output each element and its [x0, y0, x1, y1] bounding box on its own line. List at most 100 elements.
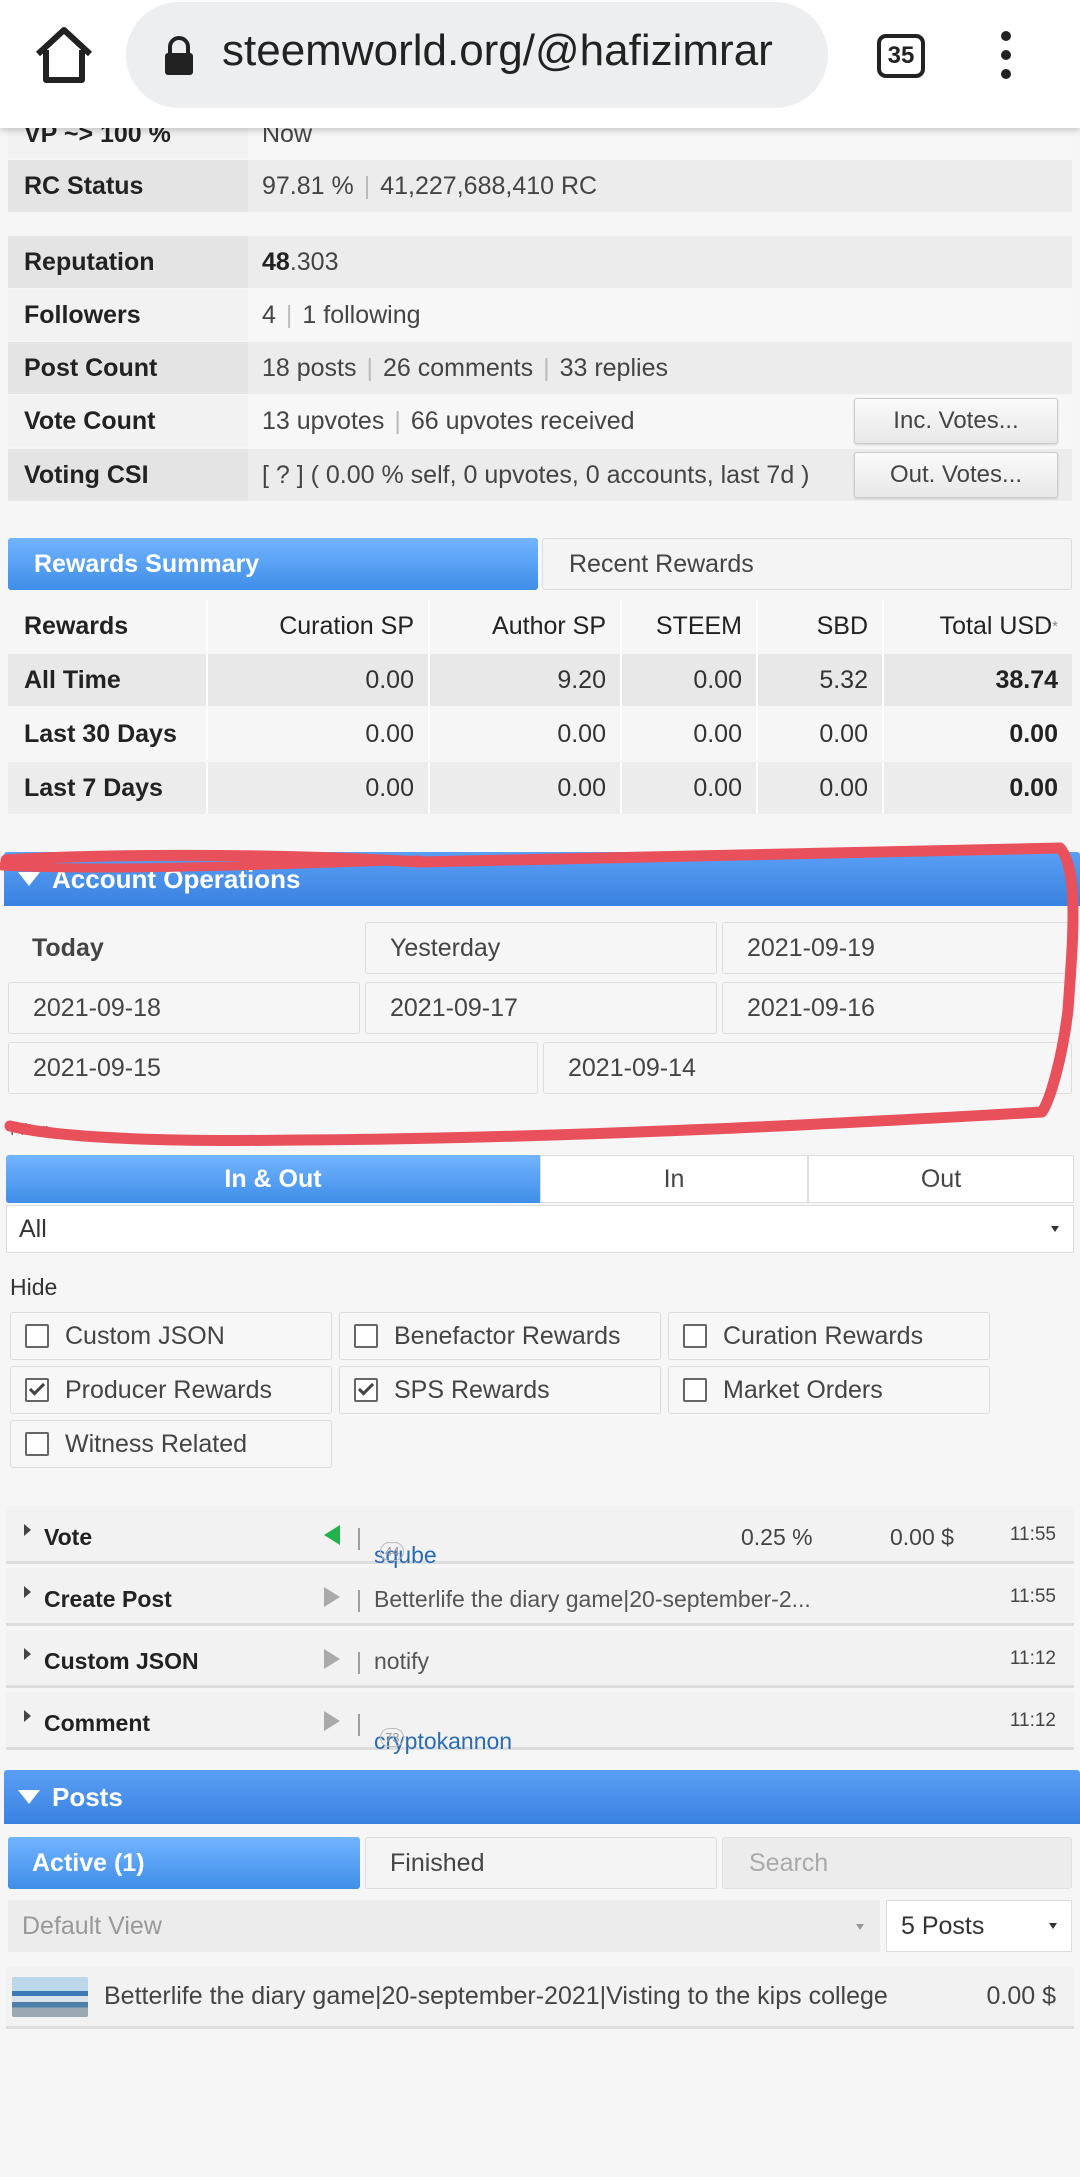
separator: |	[356, 1710, 362, 1736]
separator: |	[356, 1524, 362, 1550]
rewards-table: Rewards Curation SP Author SP STEEM SBD …	[8, 600, 1072, 816]
operation-type-select[interactable]: All	[6, 1205, 1074, 1253]
hide-producer-rewards-checkbox[interactable]: Producer Rewards	[10, 1366, 332, 1414]
account-operations-header[interactable]: Account Operations	[4, 852, 1080, 906]
cell-author: 9.20	[430, 654, 622, 706]
separator: |	[356, 1648, 362, 1674]
operation-time: 11:55	[1009, 1524, 1056, 1545]
operation-target: notify	[374, 1648, 429, 1674]
checkbox-label: Custom JSON	[65, 1321, 225, 1350]
rc-label: RC Status	[8, 160, 248, 212]
lock-icon	[165, 36, 193, 75]
post-count-label: Post Count	[8, 342, 248, 394]
dropdown-arrow-icon	[856, 1924, 864, 1930]
posts-search-input[interactable]: Search	[722, 1837, 1072, 1889]
replies-count: 33 replies	[559, 353, 668, 382]
cell-sbd: 0.00	[758, 708, 884, 760]
reputation-dec: .303	[289, 247, 339, 276]
date-button[interactable]: 2021-09-17	[365, 982, 717, 1034]
post-title[interactable]: Betterlife the diary game|20-september-2…	[104, 1982, 986, 2011]
more-vert-icon[interactable]	[996, 30, 1016, 80]
post-value: 0.00 $	[986, 1982, 1056, 2010]
checkbox-checked-icon	[25, 1378, 49, 1402]
checkbox-unchecked-icon	[25, 1432, 49, 1456]
expand-caret-icon	[24, 1586, 31, 1598]
date-button[interactable]: 2021-09-16	[722, 982, 1072, 1034]
post-thumbnail-image[interactable]	[12, 1976, 88, 2017]
date-yesterday-button[interactable]: Yesterday	[365, 922, 717, 974]
dropdown-arrow-icon	[1051, 1226, 1059, 1232]
operation-row[interactable]: Create Post | Betterlife the diary game|…	[6, 1568, 1074, 1626]
upvotes-received: 66 upvotes received	[410, 406, 635, 435]
row-label: Last 7 Days	[8, 762, 208, 814]
url-text: steemworld.org/@hafizimrar	[222, 26, 773, 75]
rc-percent: 97.81 %	[262, 171, 354, 200]
date-button[interactable]: 2021-09-18	[8, 982, 360, 1034]
voting-csi-label: Voting CSI	[8, 449, 248, 501]
tab-active-posts[interactable]: Active (1)	[8, 1837, 360, 1889]
operation-row[interactable]: Vote | sqube 44 0.25 % 0.00 $ 11:55	[6, 1506, 1074, 1568]
cell-author: 0.00	[430, 708, 622, 760]
post-item[interactable]: Betterlife the diary game|20-september-2…	[6, 1967, 1074, 2029]
filter-in-tab[interactable]: In	[540, 1155, 808, 1203]
address-bar[interactable]: steemworld.org/@hafizimrar	[126, 2, 828, 108]
hide-witness-related-checkbox[interactable]: Witness Related	[10, 1420, 332, 1468]
followers-label: Followers	[8, 289, 248, 341]
tab-finished-posts[interactable]: Finished	[365, 1837, 717, 1889]
tab-recent-rewards[interactable]: Recent Rewards	[542, 538, 1072, 590]
rc-value: 97.81 % | 41,227,688,410 RC	[248, 160, 1072, 212]
hide-sps-rewards-checkbox[interactable]: SPS Rewards	[339, 1366, 661, 1414]
operation-row[interactable]: Comment | cryptokannon 73 11:12	[6, 1692, 1074, 1754]
col-rewards: Rewards	[8, 600, 208, 652]
cell-curation: 0.00	[208, 762, 430, 814]
operation-target: Betterlife the diary game|20-september-2…	[374, 1586, 811, 1612]
date-button[interactable]: 2021-09-19	[722, 922, 1072, 974]
post-count-select[interactable]: 5 Posts	[886, 1900, 1072, 1952]
rc-row: RC Status 97.81 % | 41,227,688,410 RC	[8, 160, 1072, 212]
rewards-row-30-days: Last 30 Days 0.00 0.00 0.00 0.00 0.00	[8, 708, 1072, 760]
csi-text: [ ? ] ( 0.00 % self, 0 upvotes, 0 accoun…	[262, 460, 810, 489]
tab-switcher-button[interactable]: 35	[877, 34, 925, 78]
cell-total: 0.00	[1009, 773, 1058, 802]
view-mode-select[interactable]: Default View	[8, 1900, 880, 1952]
incoming-arrow-icon	[324, 1525, 340, 1545]
col-author-sp: Author SP	[430, 600, 622, 652]
hide-benefactor-rewards-checkbox[interactable]: Benefactor Rewards	[339, 1312, 661, 1360]
tab-rewards-summary[interactable]: Rewards Summary	[8, 538, 538, 590]
browser-toolbar: steemworld.org/@hafizimrar 35	[0, 0, 1080, 128]
view-mode-value: Default View	[22, 1911, 162, 1940]
filter-in-out-tab[interactable]: In & Out	[6, 1155, 540, 1203]
upvotes-count: 13 upvotes	[262, 406, 385, 435]
vote-value: 0.00 $	[890, 1524, 954, 1550]
row-label: All Time	[8, 654, 208, 706]
following-count[interactable]: 1 following	[302, 301, 420, 330]
outgoing-arrow-icon	[324, 1649, 340, 1669]
date-button[interactable]: 2021-09-14	[543, 1042, 1072, 1094]
hide-market-orders-checkbox[interactable]: Market Orders	[668, 1366, 990, 1414]
cell-total: 38.74	[995, 665, 1058, 694]
vote-count-row: Vote Count 13 upvotes | 66 upvotes receive…	[8, 395, 1072, 447]
rewards-row-all-time: All Time 0.00 9.20 0.00 5.32 38.74	[8, 654, 1072, 706]
date-today-button[interactable]: Today	[8, 922, 360, 974]
hide-custom-json-checkbox[interactable]: Custom JSON	[10, 1312, 332, 1360]
voting-csi-row: Voting CSI [ ? ] ( 0.00 % self, 0 upvote…	[8, 449, 1072, 501]
followers-count[interactable]: 4	[262, 301, 276, 330]
filter-out-tab[interactable]: Out	[808, 1155, 1074, 1203]
checkbox-label: Curation Rewards	[723, 1321, 924, 1350]
posts-header[interactable]: Posts	[4, 1770, 1080, 1824]
date-button[interactable]: 2021-09-15	[8, 1042, 538, 1094]
cell-steem: 0.00	[622, 762, 758, 814]
account-operations-title: Account Operations	[52, 863, 301, 894]
followers-value: 4 | 1 following	[248, 289, 1072, 341]
outgoing-votes-button[interactable]: Out. Votes...	[854, 452, 1058, 498]
checkbox-unchecked-icon	[683, 1324, 707, 1348]
checkbox-unchecked-icon	[354, 1324, 378, 1348]
home-icon[interactable]	[30, 22, 98, 90]
incoming-votes-button[interactable]: Inc. Votes...	[854, 398, 1058, 444]
operation-row[interactable]: Custom JSON | notify 11:12	[6, 1630, 1074, 1688]
vote-count-label: Vote Count	[8, 395, 248, 447]
operation-type-value: All	[19, 1214, 47, 1243]
hide-curation-rewards-checkbox[interactable]: Curation Rewards	[668, 1312, 990, 1360]
col-total-usd: Total USD *	[884, 600, 1072, 652]
vote-percent: 0.25 %	[741, 1524, 813, 1550]
